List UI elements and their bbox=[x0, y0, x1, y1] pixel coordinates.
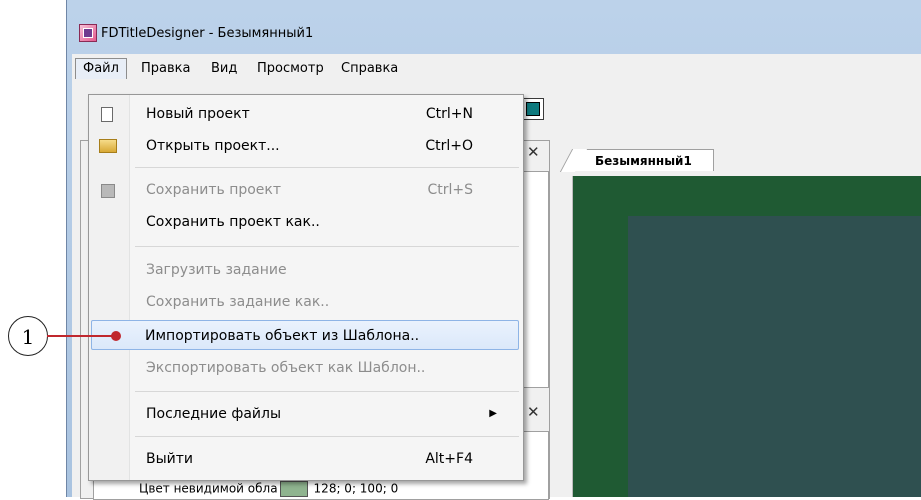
new-document-icon bbox=[101, 107, 113, 122]
menu-view[interactable]: Вид bbox=[204, 59, 244, 79]
color-picker-button[interactable] bbox=[522, 98, 544, 120]
app-logo-icon bbox=[79, 24, 97, 42]
callout-pointer-dot bbox=[111, 331, 121, 341]
menu-item-recent-files[interactable]: Последние файлы ▶ bbox=[91, 399, 519, 429]
menu-item-shortcut: Ctrl+S bbox=[427, 182, 473, 198]
menu-item-import-template[interactable]: Импортировать объект из Шаблона.. bbox=[91, 320, 519, 350]
menu-item-shortcut: Ctrl+N bbox=[425, 106, 473, 122]
file-menu-dropdown: Новый проект Ctrl+N Открыть проект... Ct… bbox=[88, 94, 524, 481]
menu-item-label: Сохранить проект bbox=[146, 182, 282, 198]
menu-edit[interactable]: Правка bbox=[134, 59, 197, 79]
menu-item-save-project[interactable]: Сохранить проект Ctrl+S bbox=[91, 175, 519, 205]
invisible-color-value: 128; 0; 100; 0 bbox=[313, 481, 399, 496]
menu-separator bbox=[135, 391, 519, 392]
menu-item-load-task[interactable]: Загрузить задание bbox=[91, 255, 519, 285]
callout-marker: 1 bbox=[8, 316, 48, 356]
open-folder-icon bbox=[99, 139, 117, 153]
menu-item-label: Экспортировать объект как Шаблон.. bbox=[146, 360, 426, 376]
menu-separator bbox=[135, 436, 519, 437]
menu-item-label: Загрузить задание bbox=[146, 262, 287, 278]
menu-item-label: Новый проект bbox=[146, 106, 250, 122]
menu-item-save-task-as[interactable]: Сохранить задание как.. bbox=[91, 287, 519, 317]
invisible-color-swatch[interactable] bbox=[279, 481, 308, 497]
menu-item-shortcut: Alt+F4 bbox=[425, 451, 473, 467]
tab-document[interactable]: Безымянный1 bbox=[574, 149, 714, 171]
menu-bar: Файл Правка Вид Просмотр Справка bbox=[72, 56, 921, 80]
invisible-color-label: Цвет невидимой обла bbox=[139, 481, 278, 496]
window-title: FDTitleDesigner - Безымянный1 bbox=[101, 26, 314, 41]
menu-separator bbox=[135, 246, 519, 247]
menu-item-label: Сохранить задание как.. bbox=[146, 294, 330, 310]
submenu-arrow-icon: ▶ bbox=[489, 408, 497, 419]
menu-item-export-template[interactable]: Экспортировать объект как Шаблон.. bbox=[91, 353, 519, 383]
menu-item-shortcut: Ctrl+O bbox=[425, 138, 473, 154]
menu-item-exit[interactable]: Выйти Alt+F4 bbox=[91, 444, 519, 474]
menu-file[interactable]: Файл bbox=[75, 58, 127, 79]
design-canvas[interactable] bbox=[572, 176, 921, 497]
title-bar: FDTitleDesigner - Безымянный1 bbox=[67, 14, 921, 54]
menu-item-new-project[interactable]: Новый проект Ctrl+N bbox=[91, 99, 519, 129]
save-disk-icon bbox=[101, 184, 115, 198]
menu-item-label: Импортировать объект из Шаблона.. bbox=[145, 328, 420, 344]
close-icon[interactable]: ✕ bbox=[527, 403, 540, 421]
close-icon[interactable]: ✕ bbox=[527, 143, 540, 161]
tab-document-label: Безымянный1 bbox=[595, 154, 692, 168]
menu-item-label: Сохранить проект как.. bbox=[146, 214, 320, 230]
menu-separator bbox=[135, 167, 519, 168]
menu-item-label: Открыть проект... bbox=[146, 138, 280, 154]
title-safe-area bbox=[628, 216, 921, 497]
menu-item-open-project[interactable]: Открыть проект... Ctrl+O bbox=[91, 131, 519, 161]
invisible-color-row: Цвет невидимой обла 128; 0; 100; 0 bbox=[139, 481, 398, 497]
menu-help[interactable]: Справка bbox=[334, 59, 405, 79]
menu-preview[interactable]: Просмотр bbox=[250, 59, 331, 79]
menu-item-save-project-as[interactable]: Сохранить проект как.. bbox=[91, 207, 519, 237]
menu-item-label: Последние файлы bbox=[146, 406, 281, 422]
menu-item-label: Выйти bbox=[146, 451, 194, 467]
callout-leader-line bbox=[47, 335, 115, 337]
